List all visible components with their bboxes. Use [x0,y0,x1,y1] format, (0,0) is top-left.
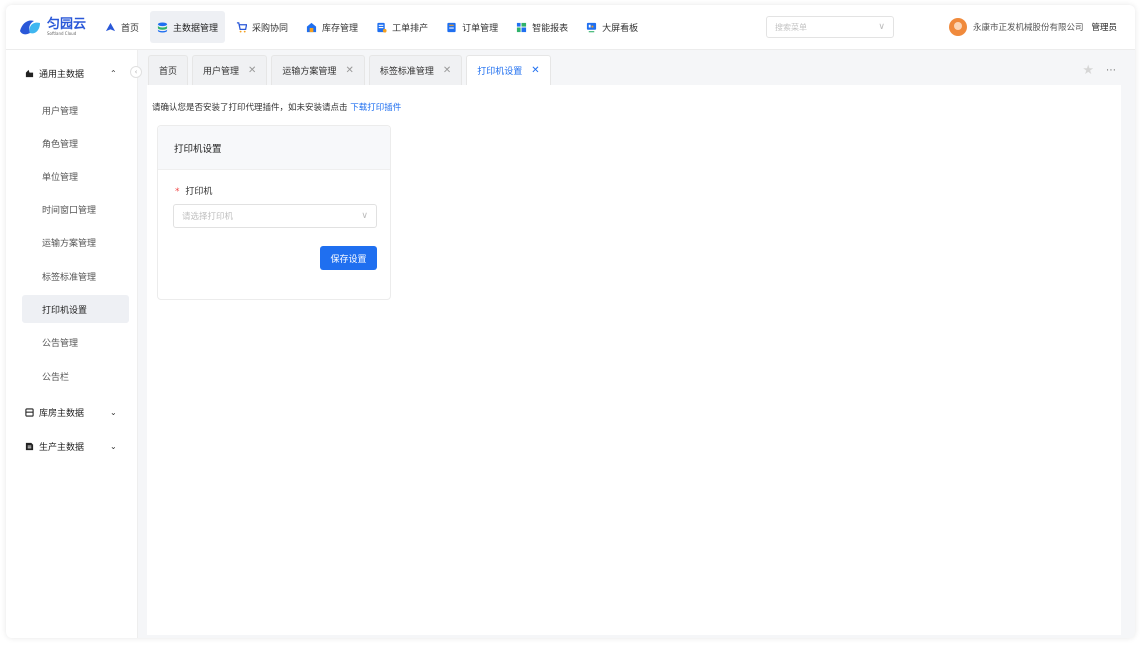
stand-icon [25,69,34,77]
top-bar: 匀园云 Softland Cloud 首页 主数据管理 采购协同 库存管理 工单… [6,5,1135,50]
tab-tools: ★ ⋯ [1082,63,1117,78]
close-icon[interactable]: ✕ [345,65,353,76]
more-icon[interactable]: ⋯ [1106,65,1117,76]
main-content: 请确认您是否安装了打印代理插件，如未安装请点击 下载打印插件 打印机设置 * 打… [147,85,1121,635]
sidebar-item-bulletin[interactable]: 公告栏 [22,362,129,390]
tab-label-standard[interactable]: 标签标准管理 ✕ [368,55,463,85]
sidebar-group-warehouse[interactable]: 库房主数据 ⌄ [6,402,137,422]
download-plugin-link[interactable]: 下载打印插件 [350,103,401,113]
save-settings-button[interactable]: 保存设置 [320,246,377,270]
close-icon[interactable]: ✕ [443,65,451,76]
nav-item-master-data[interactable]: 主数据管理 [150,11,226,43]
nav-item-reports[interactable]: 智能报表 [509,11,575,43]
nav-item-home[interactable]: 首页 [98,11,146,43]
sidebar-item-announcement-mgmt[interactable]: 公告管理 [22,328,129,356]
tab-printer-settings[interactable]: 打印机设置 ✕ [466,55,551,85]
brand-subtitle: Softland Cloud [47,31,77,36]
dashboard-icon [587,22,597,32]
sidebar-item-printer-settings[interactable]: 打印机设置 [22,295,129,323]
chevron-down-icon[interactable]: ⌄ [110,442,117,451]
home-icon [105,22,116,31]
sidebar-item-transport-plan[interactable]: 运输方案管理 [22,228,129,256]
menu-search-input[interactable]: 搜索菜单 ∨ [766,16,894,38]
sidebar-item-units[interactable]: 单位管理 [22,162,129,190]
collapse-sidebar-icon[interactable]: ‹ [130,66,142,78]
tab-transport-plan[interactable]: 运输方案管理 ✕ [271,55,365,85]
tab-bar: 首页 用户管理 ✕ 运输方案管理 ✕ 标签标准管理 ✕ 打印机设置 ✕ [148,55,555,85]
sidebar: 通用主数据 ⌃ 用户管理 角色管理 单位管理 时间窗口管理 运输方案管理 标签标… [6,50,138,638]
close-icon[interactable]: ✕ [248,65,256,76]
sidebar-item-users[interactable]: 用户管理 [22,96,129,124]
printer-settings-card: 打印机设置 * 打印机 请选择打印机 ∨ 保存设置 [157,125,391,300]
avatar[interactable] [948,18,967,36]
chevron-down-icon: ∨ [361,211,368,221]
nav-item-inventory[interactable]: 库存管理 [299,11,365,43]
warehouse-icon [306,22,317,32]
nav-item-procurement[interactable]: 采购协同 [229,11,295,43]
production-icon [25,442,34,450]
printer-field-label: * 打印机 [175,187,213,197]
order-icon [447,22,456,32]
nav-item-orders[interactable]: 订单管理 [439,11,505,43]
nav-item-work-order[interactable]: 工单排产 [369,11,435,43]
sidebar-group-general[interactable]: 通用主数据 ⌃ [6,63,137,83]
printer-select[interactable]: 请选择打印机 ∨ [173,204,377,228]
sidebar-item-time-window[interactable]: 时间窗口管理 [22,195,129,223]
user-role[interactable]: 管理员 [1091,21,1117,33]
user-menu[interactable]: 永康市正发机械股份有限公司 管理员 [948,17,1117,37]
tab-users[interactable]: 用户管理 ✕ [192,55,268,85]
plugin-notice: 请确认您是否安装了打印代理插件，如未安装请点击 下载打印插件 [152,103,402,113]
card-title: 打印机设置 [158,126,390,170]
tab-home[interactable]: 首页 [148,55,189,85]
workorder-icon [377,22,387,33]
logo[interactable]: 匀园云 Softland Cloud [18,15,86,39]
main-nav: 首页 主数据管理 采购协同 库存管理 工单排产 订单管理 智能报表 大屏看板 [98,11,649,43]
database-icon [157,21,168,33]
app-window: 匀园云 Softland Cloud 首页 主数据管理 采购协同 库存管理 工单… [6,5,1135,638]
sidebar-item-roles[interactable]: 角色管理 [22,129,129,157]
chevron-up-icon[interactable]: ⌃ [110,69,117,78]
required-mark: * [175,187,180,197]
report-icon [517,22,527,32]
search-placeholder: 搜索菜单 [775,22,807,32]
storage-icon [25,407,34,417]
cart-icon [236,21,248,33]
chevron-down-icon[interactable]: ⌄ [110,408,117,417]
sidebar-item-label-standard[interactable]: 标签标准管理 [22,262,129,290]
brand-name: 匀园云 [47,17,87,32]
nav-item-dashboard[interactable]: 大屏看板 [579,11,645,43]
printer-select-placeholder: 请选择打印机 [182,212,234,222]
logo-icon [20,20,40,35]
close-icon[interactable]: ✕ [531,65,539,76]
sidebar-group-production[interactable]: 生产主数据 ⌄ [6,436,137,456]
star-icon[interactable]: ★ [1082,63,1094,78]
company-name: 永康市正发机械股份有限公司 [972,23,1084,33]
chevron-down-icon: ∨ [878,22,885,32]
